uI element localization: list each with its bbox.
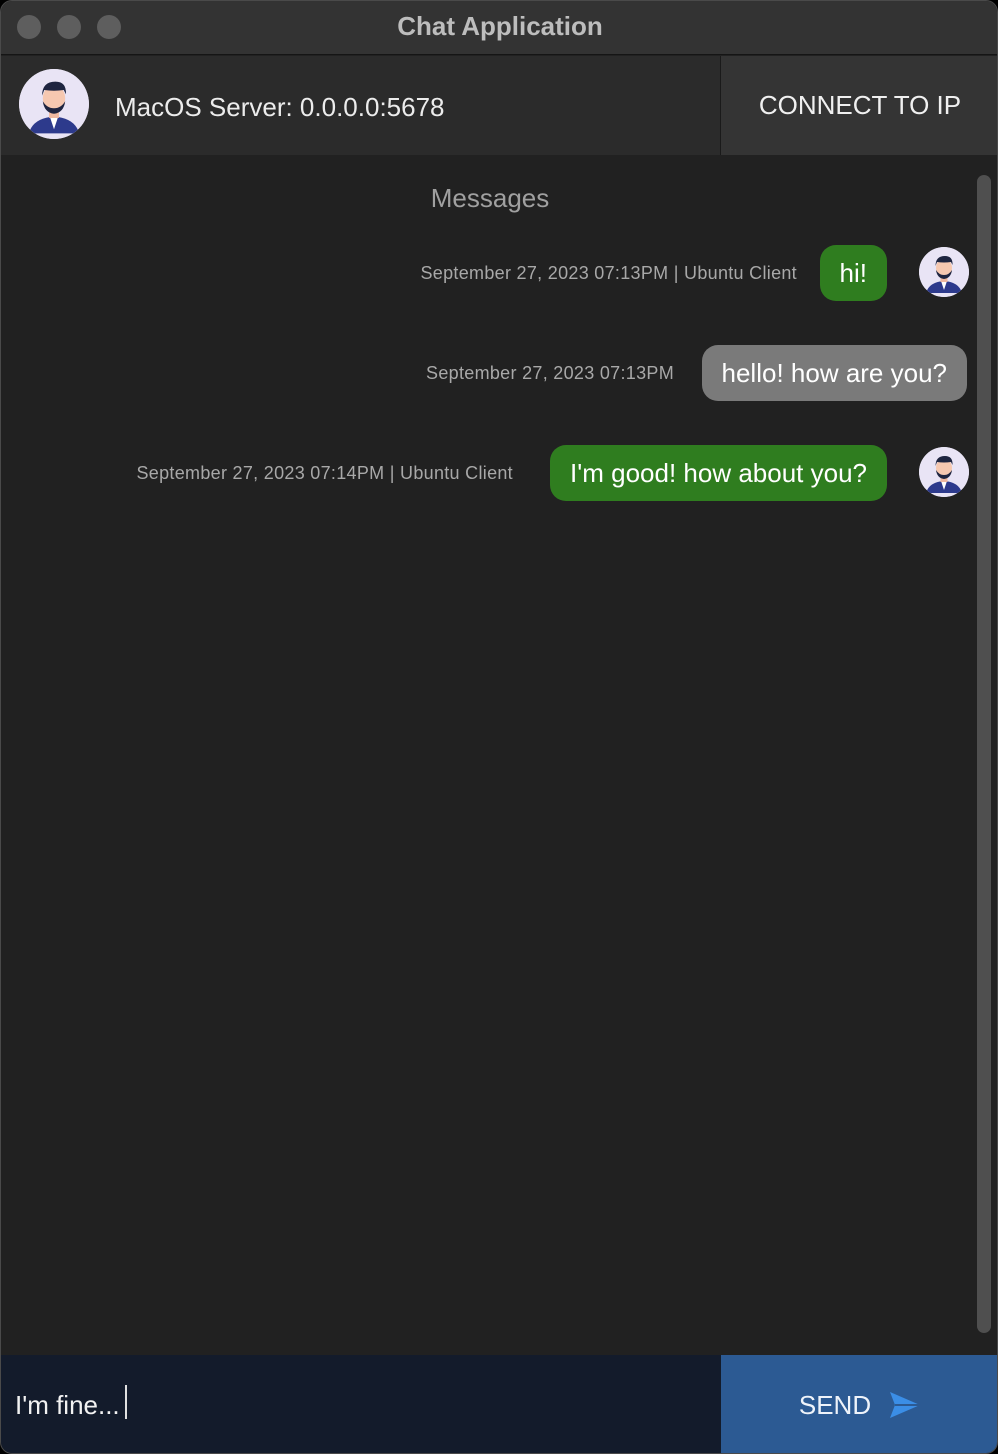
message-input[interactable] bbox=[15, 1385, 705, 1425]
connect-to-ip-button[interactable]: CONNECT TO IP bbox=[720, 56, 997, 155]
messages-panel[interactable]: Messages September 27, 2023 07:13PM | Ub… bbox=[1, 155, 997, 1355]
message-row: September 27, 2023 07:14PM | Ubuntu Clie… bbox=[1, 445, 997, 501]
message-meta: September 27, 2023 07:13PM bbox=[426, 363, 674, 383]
user-avatar-icon bbox=[919, 447, 969, 497]
sender-avatar bbox=[919, 447, 969, 497]
message-meta: September 27, 2023 07:14PM | Ubuntu Clie… bbox=[136, 463, 513, 483]
message-bubble[interactable]: I'm good! how about you? bbox=[550, 445, 887, 501]
message-row: September 27, 2023 07:13PM hello! how ar… bbox=[1, 345, 997, 401]
message-bubble[interactable]: hello! how are you? bbox=[701, 345, 967, 401]
title-bar: Chat Application bbox=[1, 1, 997, 55]
composer-area bbox=[1, 1355, 721, 1453]
send-arrow-icon bbox=[890, 1392, 921, 1418]
messages-scrollbar[interactable] bbox=[977, 175, 991, 1333]
user-avatar-icon bbox=[919, 247, 969, 297]
chat-header: MacOS Server: 0.0.0.0:5678 CONNECT TO IP bbox=[1, 56, 997, 155]
send-button[interactable]: SEND bbox=[721, 1355, 997, 1453]
chat-window: Chat Application MacOS Server: 0.0.0.0:5… bbox=[0, 0, 998, 1454]
text-caret bbox=[125, 1385, 127, 1419]
window-title: Chat Application bbox=[397, 11, 603, 41]
message-meta: September 27, 2023 07:13PM | Ubuntu Clie… bbox=[420, 263, 797, 283]
user-avatar-icon bbox=[19, 69, 89, 139]
server-avatar bbox=[19, 69, 89, 139]
message-row: September 27, 2023 07:13PM | Ubuntu Clie… bbox=[1, 245, 997, 301]
server-title: MacOS Server: 0.0.0.0:5678 bbox=[115, 92, 445, 122]
message-bubble[interactable]: hi! bbox=[819, 245, 887, 301]
send-label: SEND bbox=[798, 1389, 872, 1420]
sender-avatar bbox=[919, 247, 969, 297]
messages-heading: Messages bbox=[430, 183, 550, 213]
